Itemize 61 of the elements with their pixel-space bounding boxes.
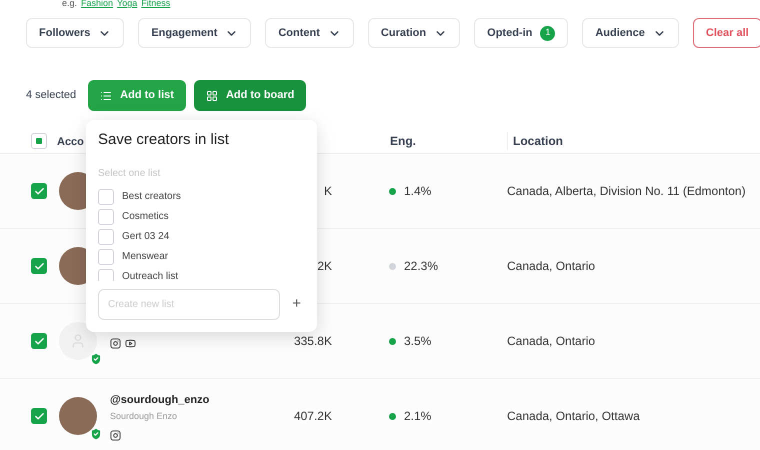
checkbox[interactable]: [98, 208, 114, 224]
avatar-photo-placeholder: [59, 397, 97, 435]
instagram-icon[interactable]: [110, 430, 121, 440]
column-header: Acco: [57, 136, 84, 148]
grid-icon: [206, 90, 218, 102]
filter-label: Engagement: [151, 26, 218, 41]
instagram-icon[interactable]: [110, 338, 121, 348]
location-text: Canada, Ontario: [507, 333, 596, 350]
check-icon: [34, 260, 44, 272]
list-option[interactable]: Menswear: [98, 248, 305, 264]
count-badge: 1: [540, 26, 556, 40]
followers-count: K: [324, 184, 332, 198]
checkbox[interactable]: [98, 268, 114, 280]
filter-dropdown[interactable]: Engagement: [138, 18, 252, 48]
engagement-rate: 1.4%: [404, 183, 432, 200]
engagement-rate: 3.5%: [404, 333, 432, 350]
followers-count: 2K: [317, 259, 332, 273]
youtube-icon[interactable]: [125, 338, 136, 348]
hint-label: e.g.: [62, 0, 78, 8]
engagement-rate: 2.1%: [404, 408, 432, 425]
checkbox[interactable]: [31, 333, 47, 349]
checkbox[interactable]: [98, 248, 114, 264]
add-to-board-button[interactable]: Add to board: [194, 80, 306, 111]
column-header: Eng.: [390, 132, 508, 150]
filter-dropdown[interactable]: Audience: [582, 18, 679, 48]
filter-label: Audience: [595, 26, 645, 41]
filter-dropdown[interactable]: Followers: [26, 18, 124, 48]
engagement-rate: 22.3%: [404, 258, 438, 275]
filter-dropdown[interactable]: Content: [265, 18, 354, 48]
filter-dropdown[interactable]: Curation: [368, 18, 460, 48]
location-text: Canada, Ontario: [507, 258, 596, 275]
check-icon: [34, 336, 44, 346]
filter-label: Followers: [39, 26, 90, 41]
checkbox[interactable]: [31, 408, 47, 424]
checkbox[interactable]: [31, 258, 47, 274]
location-text: Canada, Ontario, Ottawa: [507, 408, 640, 425]
header-checkbox[interactable]: [31, 133, 47, 149]
followers-count: 335.8K: [294, 334, 332, 348]
filter-button[interactable]: Opted-in 1: [474, 18, 568, 48]
creator-handle[interactable]: @sourdough_enzo: [110, 392, 247, 408]
checkbox[interactable]: [98, 228, 114, 244]
followers-count: 407.2K: [294, 409, 332, 423]
column-header: Location: [512, 133, 563, 150]
creator-name: Sourdough Enzo: [110, 410, 178, 423]
list-option[interactable]: Best creators: [98, 188, 305, 204]
popover-subtitle: Select one list: [98, 166, 162, 180]
list-option[interactable]: Outreach list: [98, 268, 305, 280]
checkbox[interactable]: [98, 188, 114, 204]
avatar-placeholder: [59, 322, 97, 360]
list-option[interactable]: Cosmetics: [98, 208, 305, 224]
location-text: Canada, Alberta, Division No. 11 (Edmonton): [507, 183, 746, 200]
popover-title: Save creators in list: [98, 130, 230, 150]
filter-label: Curation: [380, 26, 426, 41]
selected-count: 4 selected: [26, 88, 76, 104]
list-option[interactable]: Gert 03 24: [98, 228, 305, 244]
filter-label: Content: [278, 26, 320, 41]
clear-all-button[interactable]: Clear all: [692, 18, 760, 48]
check-icon: [34, 186, 44, 196]
filter-label: Opted-in: [487, 26, 532, 41]
checkbox[interactable]: [31, 183, 47, 199]
check-icon: [34, 410, 44, 422]
